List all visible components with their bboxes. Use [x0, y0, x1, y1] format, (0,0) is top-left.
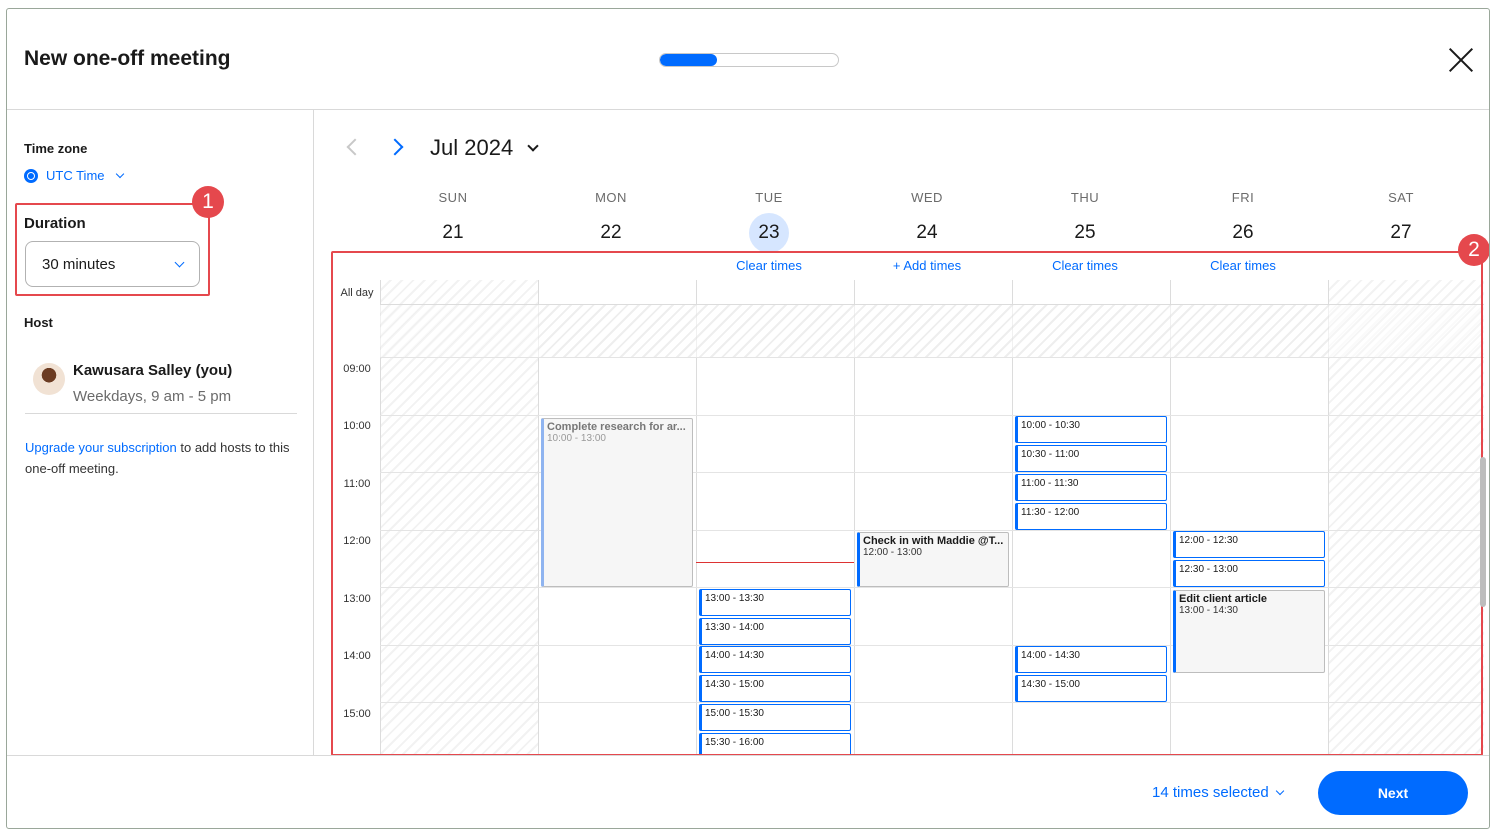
timezone-value: UTC Time [46, 168, 105, 183]
dialog-header: New one-off meeting [7, 9, 1489, 110]
day-header-sat: SAT 27 [1322, 190, 1480, 253]
progress-fill [660, 54, 717, 66]
close-icon[interactable] [1447, 46, 1475, 74]
day-number: 27 [1390, 222, 1412, 243]
next-button[interactable]: Next [1318, 771, 1468, 815]
day-of-week: TUE [755, 190, 783, 205]
day-header-thu: THU 25 [1006, 190, 1164, 253]
day-number: 26 [1232, 222, 1254, 243]
day-header-wed: WED 24 [848, 190, 1006, 253]
calendar: Jul 2024 SUN 21 MON 22 TUE 23 WED 24 THU… [314, 110, 1489, 756]
annotation-badge-2: 2 [1458, 234, 1489, 266]
day-of-week: SAT [1388, 190, 1414, 205]
chevron-down-icon [527, 139, 539, 152]
annotation-badge-1: 1 [192, 186, 224, 218]
day-of-week: WED [911, 190, 943, 205]
day-of-week: THU [1070, 190, 1100, 205]
host-card: Kawusara Salley (you) Weekdays, 9 am - 5… [25, 348, 297, 414]
month-label: Jul 2024 [430, 135, 514, 160]
avatar [33, 363, 65, 395]
previous-week-icon[interactable] [346, 138, 364, 156]
day-header-tue: TUE 23 [690, 190, 848, 253]
page-title: New one-off meeting [24, 47, 231, 70]
day-number: 21 [442, 222, 464, 243]
day-of-week: MON [595, 190, 627, 205]
dialog-footer: 14 times selected Next [7, 755, 1489, 828]
timezone-selector[interactable]: UTC Time [24, 168, 124, 183]
day-header-fri: FRI 26 [1164, 190, 1322, 253]
day-of-week: FRI [1231, 190, 1255, 205]
scrollbar[interactable] [1480, 457, 1486, 607]
next-week-icon[interactable] [386, 138, 404, 156]
times-selected-label: 14 times selected [1152, 784, 1269, 801]
upgrade-note: Upgrade your subscription to add hosts t… [25, 437, 300, 479]
host-hours: Weekdays, 9 am - 5 pm [73, 388, 232, 405]
sidebar: Time zone UTC Time Duration 30 minutes 1… [7, 110, 314, 755]
host-label: Host [24, 315, 53, 330]
day-number: 24 [916, 222, 938, 243]
chevron-down-icon [1275, 786, 1285, 796]
chevron-down-icon [115, 169, 124, 179]
meeting-dialog: New one-off meeting Time zone UTC Time D… [6, 8, 1490, 829]
day-number: 25 [1074, 222, 1096, 243]
annotation-box-1 [15, 203, 210, 296]
timezone-label: Time zone [24, 141, 88, 156]
times-selected-toggle[interactable]: 14 times selected [1152, 784, 1285, 801]
upgrade-link[interactable]: Upgrade your subscription [25, 440, 177, 455]
month-picker[interactable]: Jul 2024 [430, 135, 539, 161]
globe-icon [24, 168, 38, 183]
progress-bar [659, 53, 839, 67]
annotation-box-2 [331, 251, 1483, 756]
day-header-sun: SUN 21 [374, 190, 532, 253]
day-of-week: SUN [438, 190, 468, 205]
day-number-today: 23 [749, 213, 789, 253]
day-header-mon: MON 22 [532, 190, 690, 253]
day-number: 22 [600, 222, 622, 243]
host-name: Kawusara Salley (you) [73, 362, 233, 379]
